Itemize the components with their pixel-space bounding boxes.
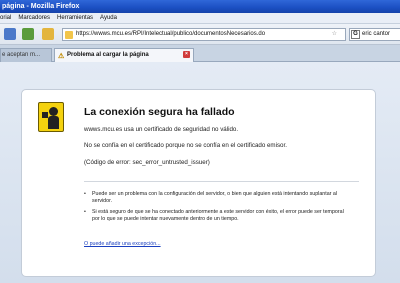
tab-strip: e aceptan m... ⚠ Problema al cargar la p… xyxy=(0,45,400,62)
new-tab-icon[interactable] xyxy=(22,28,34,40)
error-code: (Código de error: sec_error_untrusted_is… xyxy=(84,159,210,166)
lock-icon xyxy=(65,31,73,39)
divider xyxy=(84,181,359,182)
add-exception-link[interactable]: O puede añadir una excepción... xyxy=(84,241,161,247)
bullet-1: Puede ser un problema con la configuraci… xyxy=(84,191,352,205)
bullet-2-text: Si está seguro de que se ha conectado an… xyxy=(92,209,344,222)
tab-inactive[interactable]: e aceptan m... xyxy=(0,48,52,62)
menu-item-bookmarks[interactable]: Marcadores xyxy=(18,15,50,21)
url-text: https://wwws.mcu.es/RPI/Intelectual/publ… xyxy=(76,31,266,37)
tab-label: e aceptan m... xyxy=(2,52,41,58)
warning-icon: ⚠ xyxy=(58,53,65,60)
page-content: La conexión segura ha fallado wwws.mcu.e… xyxy=(0,62,400,283)
bullet-2: Si está seguro de que se ha conectado an… xyxy=(84,209,352,223)
menu-item-help[interactable]: Ayuda xyxy=(100,15,117,21)
tab-label: Problema al cargar la página xyxy=(67,52,149,58)
error-title: La conexión segura ha fallado xyxy=(84,106,235,118)
error-panel: La conexión segura ha fallado wwws.mcu.e… xyxy=(21,89,376,277)
menu-item-tools[interactable]: Herramientas xyxy=(57,15,93,21)
police-icon xyxy=(38,102,64,132)
bullet-1-text: Puede ser un problema con la configuraci… xyxy=(92,191,337,204)
google-icon: G xyxy=(351,30,360,39)
home-icon[interactable] xyxy=(42,28,54,40)
error-line-1: wwws.mcu.es usa un certificado de seguri… xyxy=(84,126,239,133)
navigation-toolbar: https://wwws.mcu.es/RPI/Intelectual/publ… xyxy=(0,24,400,45)
menu-bar: orial Marcadores Herramientas Ayuda xyxy=(0,13,400,24)
menu-item-history[interactable]: orial xyxy=(0,15,11,21)
bookmark-star-icon[interactable]: ☆ xyxy=(332,29,337,40)
window-titlebar: página - Mozilla Firefox xyxy=(0,0,400,13)
close-tab-icon[interactable]: × xyxy=(183,51,190,58)
url-bar[interactable]: https://wwws.mcu.es/RPI/Intelectual/publ… xyxy=(62,28,346,41)
search-box[interactable]: G eric cantor xyxy=(349,28,400,41)
error-line-2: No se confía en el certificado porque no… xyxy=(84,142,287,149)
search-text: eric cantor xyxy=(362,31,391,37)
back-icon[interactable] xyxy=(4,28,16,40)
tab-active[interactable]: ⚠ Problema al cargar la página × xyxy=(54,48,194,62)
window-title: página - Mozilla Firefox xyxy=(2,3,80,10)
